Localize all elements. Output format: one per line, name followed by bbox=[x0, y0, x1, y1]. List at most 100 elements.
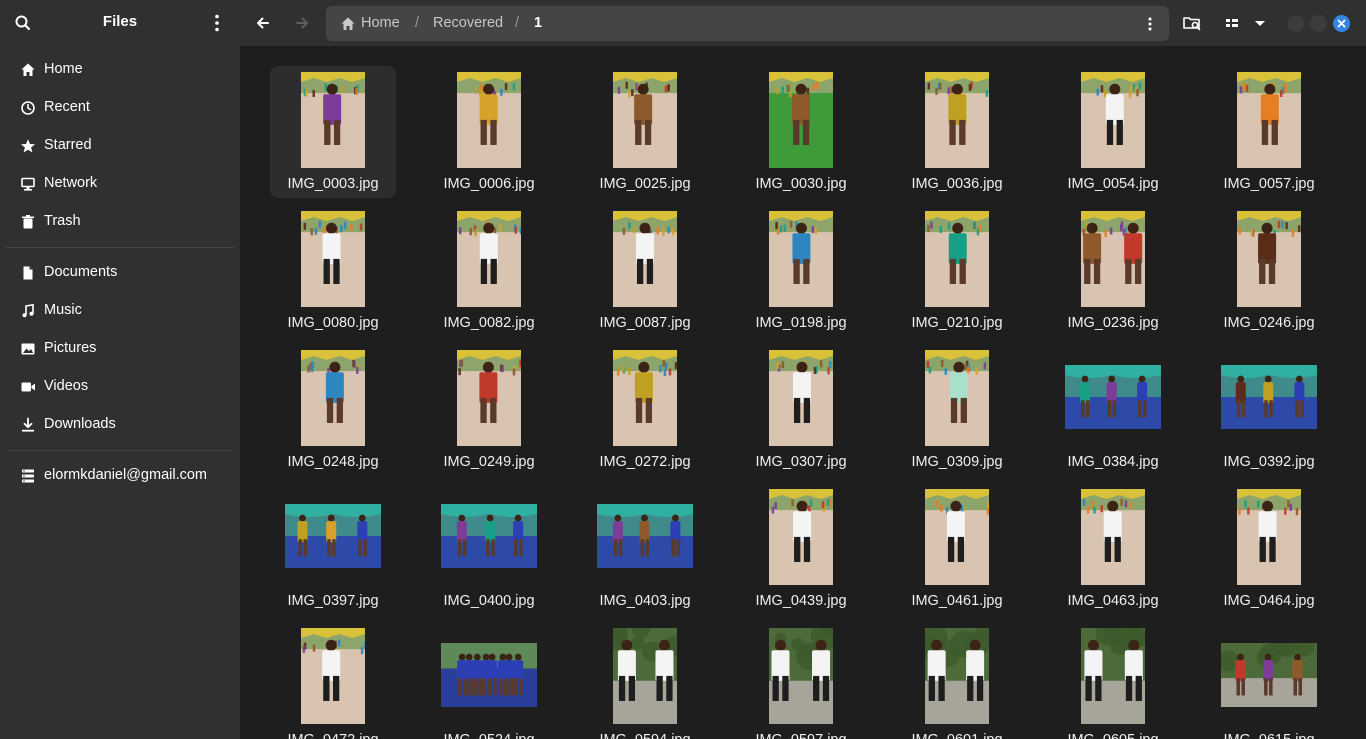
image-thumbnail bbox=[925, 72, 989, 168]
back-button[interactable] bbox=[249, 9, 277, 37]
file-name: IMG_0439.jpg bbox=[755, 593, 847, 609]
close-icon bbox=[1337, 19, 1346, 28]
home-icon bbox=[21, 63, 35, 76]
file-item[interactable]: IMG_0246.jpg bbox=[1206, 205, 1332, 337]
file-name: IMG_0210.jpg bbox=[911, 315, 1003, 331]
file-name: IMG_0307.jpg bbox=[755, 454, 847, 470]
image-thumbnail bbox=[1221, 643, 1317, 707]
file-item[interactable]: IMG_0309.jpg bbox=[894, 344, 1020, 476]
file-item[interactable]: IMG_0392.jpg bbox=[1206, 344, 1332, 476]
file-item[interactable]: IMG_0006.jpg bbox=[426, 66, 552, 198]
sidebar-item-label: Music bbox=[44, 302, 82, 318]
breadcrumb-recovered[interactable]: Recovered bbox=[433, 15, 503, 31]
file-name: IMG_0082.jpg bbox=[443, 315, 535, 331]
file-item[interactable]: IMG_0461.jpg bbox=[894, 483, 1020, 615]
image-thumbnail bbox=[925, 628, 989, 724]
file-item[interactable]: IMG_0472.jpg bbox=[270, 622, 396, 739]
sidebar-item-pictures[interactable]: Pictures bbox=[8, 332, 232, 366]
image-thumbnail bbox=[769, 489, 833, 585]
kebab-menu-icon bbox=[1148, 17, 1152, 31]
file-item[interactable]: IMG_0397.jpg bbox=[270, 483, 396, 615]
file-name: IMG_0601.jpg bbox=[884, 732, 1030, 739]
file-item[interactable]: IMG_0087.jpg bbox=[582, 205, 708, 337]
file-item[interactable]: IMG_0439.jpg bbox=[738, 483, 864, 615]
file-item[interactable]: IMG_0198.jpg bbox=[738, 205, 864, 337]
sidebar-item-elormkdaniel-gmail-com[interactable]: elormkdaniel@gmail.com bbox=[8, 459, 232, 493]
chevron-down-icon bbox=[1255, 21, 1265, 26]
file-item[interactable]: IMG_0400.jpg bbox=[426, 483, 552, 615]
file-item[interactable]: IMG_0236.jpg bbox=[1050, 205, 1176, 337]
sidebar-item-documents[interactable]: Documents bbox=[8, 256, 232, 290]
forward-button[interactable] bbox=[288, 9, 316, 37]
file-item[interactable]: IMG_0054.jpg bbox=[1050, 66, 1176, 198]
file-name: IMG_0249.jpg bbox=[443, 454, 535, 470]
file-item[interactable]: IMG_0524.jpg bbox=[426, 622, 552, 739]
sidebar: Files Home Recent Starred Network Trash Docu… bbox=[0, 0, 240, 739]
file-item[interactable]: IMG_0272.jpg bbox=[582, 344, 708, 476]
view-options-button[interactable] bbox=[1246, 9, 1274, 37]
file-item[interactable]: IMG_0030.jpg bbox=[738, 66, 864, 198]
file-name: IMG_0615.jpg bbox=[1196, 732, 1342, 739]
file-name: IMG_0605.jpg bbox=[1040, 732, 1186, 739]
file-item[interactable]: IMG_0601.jpg bbox=[894, 622, 1020, 739]
file-item[interactable]: IMG_0615.jpg bbox=[1206, 622, 1332, 739]
file-item[interactable]: IMG_0463.jpg bbox=[1050, 483, 1176, 615]
file-name: IMG_0057.jpg bbox=[1223, 176, 1315, 192]
file-item[interactable]: IMG_0057.jpg bbox=[1206, 66, 1332, 198]
path-menu-button[interactable] bbox=[1136, 10, 1164, 38]
file-item[interactable]: IMG_0594.jpg bbox=[582, 622, 708, 739]
view-toggle-button[interactable] bbox=[1218, 9, 1246, 37]
breadcrumb-current[interactable]: 1 bbox=[534, 15, 542, 31]
new-folder-button[interactable] bbox=[1178, 9, 1206, 37]
minimize-button[interactable] bbox=[1287, 15, 1304, 32]
maximize-button[interactable] bbox=[1310, 15, 1327, 32]
sidebar-item-home[interactable]: Home bbox=[8, 53, 232, 87]
file-item[interactable]: IMG_0384.jpg bbox=[1050, 344, 1176, 476]
picture-icon bbox=[21, 343, 35, 355]
image-thumbnail bbox=[769, 350, 833, 446]
file-name: IMG_0392.jpg bbox=[1223, 454, 1315, 470]
file-item[interactable]: IMG_0307.jpg bbox=[738, 344, 864, 476]
list-view-icon bbox=[1226, 19, 1238, 27]
sidebar-item-starred[interactable]: Starred bbox=[8, 129, 232, 163]
file-item[interactable]: IMG_0003.jpg bbox=[270, 66, 396, 198]
file-name: IMG_0309.jpg bbox=[911, 454, 1003, 470]
document-icon bbox=[23, 266, 33, 280]
sidebar-item-trash[interactable]: Trash bbox=[8, 205, 232, 239]
file-item[interactable]: IMG_0605.jpg bbox=[1050, 622, 1176, 739]
file-item[interactable]: IMG_0597.jpg bbox=[738, 622, 864, 739]
image-thumbnail bbox=[457, 72, 521, 168]
file-item[interactable]: IMG_0210.jpg bbox=[894, 205, 1020, 337]
file-name: IMG_0464.jpg bbox=[1223, 593, 1315, 609]
file-item[interactable]: IMG_0249.jpg bbox=[426, 344, 552, 476]
file-name: IMG_0087.jpg bbox=[599, 315, 691, 331]
file-name: IMG_0054.jpg bbox=[1067, 176, 1159, 192]
breadcrumb-home[interactable]: Home bbox=[361, 15, 400, 31]
sidebar-item-videos[interactable]: Videos bbox=[8, 370, 232, 404]
file-name: IMG_0246.jpg bbox=[1223, 315, 1315, 331]
sidebar-item-downloads[interactable]: Downloads bbox=[8, 408, 232, 442]
close-button[interactable] bbox=[1333, 15, 1350, 32]
file-name: IMG_0030.jpg bbox=[755, 176, 847, 192]
file-item[interactable]: IMG_0082.jpg bbox=[426, 205, 552, 337]
file-item[interactable]: IMG_0403.jpg bbox=[582, 483, 708, 615]
file-name: IMG_0463.jpg bbox=[1067, 593, 1159, 609]
sidebar-item-music[interactable]: Music bbox=[8, 294, 232, 328]
sidebar-item-label: Pictures bbox=[44, 340, 97, 356]
file-item[interactable]: IMG_0464.jpg bbox=[1206, 483, 1332, 615]
path-bar[interactable]: Home / Recovered / 1 bbox=[326, 6, 1169, 41]
file-item[interactable]: IMG_0036.jpg bbox=[894, 66, 1020, 198]
image-thumbnail bbox=[301, 628, 365, 724]
file-name: IMG_0461.jpg bbox=[911, 593, 1003, 609]
sidebar-item-label: Home bbox=[44, 61, 83, 77]
image-thumbnail bbox=[301, 72, 365, 168]
image-thumbnail bbox=[613, 211, 677, 307]
sidebar-item-network[interactable]: Network bbox=[8, 167, 232, 201]
main-menu-button[interactable] bbox=[203, 9, 231, 37]
file-item[interactable]: IMG_0025.jpg bbox=[582, 66, 708, 198]
file-item[interactable]: IMG_0080.jpg bbox=[270, 205, 396, 337]
sidebar-item-recent[interactable]: Recent bbox=[8, 91, 232, 125]
breadcrumb-separator: / bbox=[515, 15, 520, 31]
file-item[interactable]: IMG_0248.jpg bbox=[270, 344, 396, 476]
image-thumbnail bbox=[925, 489, 989, 585]
